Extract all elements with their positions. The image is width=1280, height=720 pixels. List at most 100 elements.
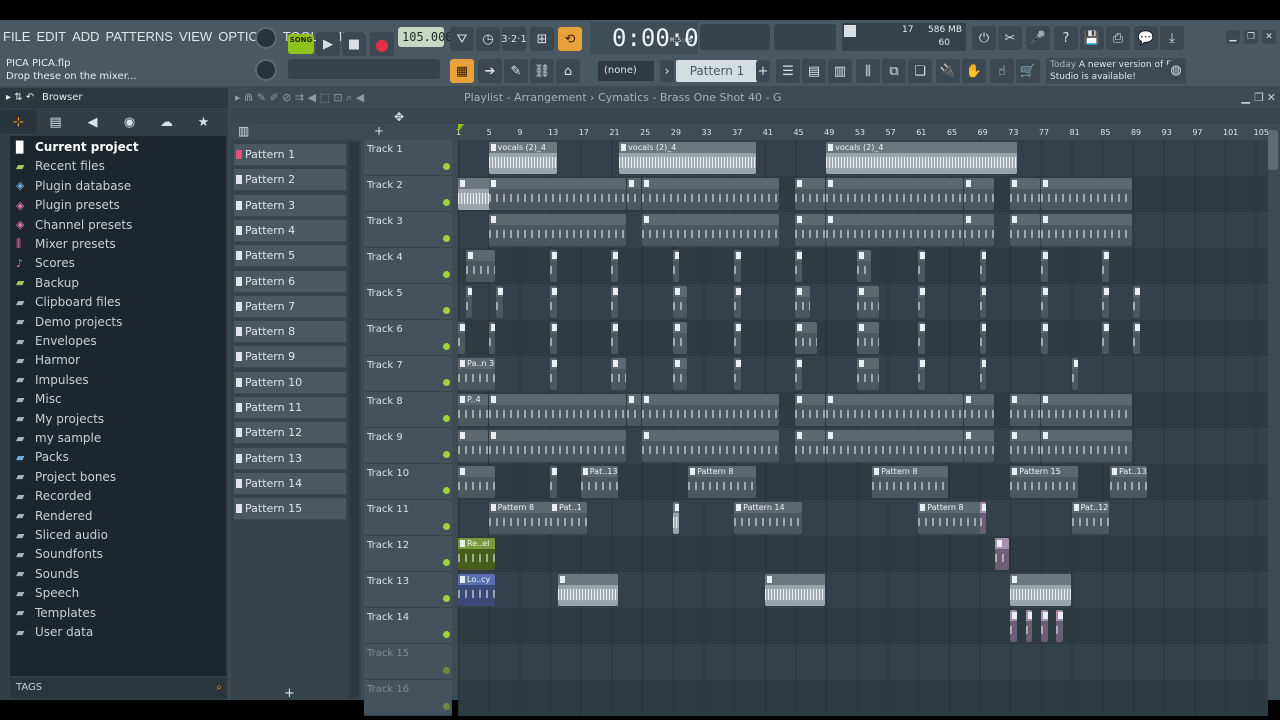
pattern-item[interactable]: Pattern 9 xyxy=(234,346,346,369)
download-button[interactable]: ⤓ xyxy=(1160,26,1184,50)
master-slider[interactable] xyxy=(288,59,440,79)
pattern-clip[interactable] xyxy=(488,430,626,462)
tab-all[interactable]: ⊹ xyxy=(0,110,37,134)
pattern-clip[interactable] xyxy=(795,430,826,462)
midi-button[interactable]: ✋ xyxy=(962,59,986,83)
countdown-button[interactable]: 3·2·1 xyxy=(501,27,527,51)
pattern-clip[interactable] xyxy=(550,358,557,390)
pattern-clip[interactable] xyxy=(550,250,557,282)
channel-rack-button[interactable]: ▥ xyxy=(828,59,852,83)
track-header[interactable]: Track 15 xyxy=(364,644,452,680)
touch-controller-button[interactable]: 🔌 xyxy=(936,59,960,83)
track-lane[interactable] xyxy=(458,644,1268,680)
tab-project[interactable]: ▤ xyxy=(37,110,74,134)
track-lane[interactable]: Pa..n 3 xyxy=(458,356,1268,392)
piano-roll-button[interactable]: ▤ xyxy=(802,59,826,83)
pattern-clip[interactable]: Pa..n 3 xyxy=(458,358,496,390)
tags-bar[interactable]: TAGS ⌕ xyxy=(10,678,226,698)
pattern-clip[interactable] xyxy=(1040,610,1048,642)
track-lane[interactable] xyxy=(458,284,1268,320)
track-lane[interactable] xyxy=(458,248,1268,284)
browser-item[interactable]: ▰ Clipboard files xyxy=(16,293,121,311)
pattern-clip[interactable] xyxy=(826,214,964,246)
pattern-item[interactable]: Pattern 6 xyxy=(234,270,346,293)
pattern-clip[interactable] xyxy=(964,394,994,426)
pattern-clip[interactable] xyxy=(1132,286,1140,318)
minimize-button[interactable]: ▁ xyxy=(1226,30,1240,44)
pattern-clip[interactable] xyxy=(795,394,826,426)
track-header[interactable]: Track 10 xyxy=(364,464,452,500)
update-notice[interactable]: Today A newer version of FL Studio is av… xyxy=(1046,58,1186,84)
browser-item[interactable]: ▰ Misc xyxy=(16,390,62,408)
track-lane[interactable]: P..4 xyxy=(458,392,1268,428)
tempo-tapper-button[interactable]: ☝ xyxy=(990,59,1014,83)
pattern-clip[interactable] xyxy=(734,322,741,354)
track-lane[interactable]: Pat..13 Pattern 8 Pattern 8 Pattern 15 Pat..… xyxy=(458,464,1268,500)
track-header[interactable]: Track 6 xyxy=(364,320,452,356)
pattern-clip[interactable]: Pattern 8 xyxy=(872,466,948,498)
song-mode-toggle[interactable]: SONG xyxy=(288,34,314,54)
pattern-clip[interactable] xyxy=(1040,322,1048,354)
browser-item[interactable]: ▰ Packs xyxy=(16,448,69,466)
maximize-button[interactable]: ❐ xyxy=(1244,30,1258,44)
browser-item[interactable]: ▉ Current project xyxy=(16,138,139,156)
master-volume-knob[interactable] xyxy=(255,27,277,49)
track-header[interactable]: Track 7 xyxy=(364,356,452,392)
track-lane[interactable]: Lo..cy xyxy=(458,572,1268,608)
track-mute-led[interactable] xyxy=(443,631,450,638)
browser-item[interactable]: ♪ Scores xyxy=(16,254,75,272)
pattern-clip[interactable] xyxy=(550,466,557,498)
track-lane[interactable]: Re..el xyxy=(458,536,1268,572)
shop-button[interactable]: 🛒 xyxy=(1016,59,1040,83)
tool-draw-button[interactable]: ▦ xyxy=(450,59,474,83)
pattern-clip[interactable]: Pat..13 xyxy=(580,466,619,498)
pattern-clip[interactable] xyxy=(994,538,1010,570)
menu-patterns[interactable]: PATTERNS xyxy=(103,26,176,48)
browser-item[interactable]: ◈ Plugin presets xyxy=(16,196,120,214)
audio-clip[interactable]: vocals (2)_4 xyxy=(826,142,1017,174)
audio-clip[interactable]: vocals (2)_4 xyxy=(488,142,557,174)
pattern-clip[interactable] xyxy=(1010,394,1040,426)
pattern-clip[interactable] xyxy=(488,214,626,246)
pattern-clip[interactable] xyxy=(979,250,987,282)
pattern-clip[interactable] xyxy=(1040,250,1048,282)
wait-input-button[interactable]: ◷ xyxy=(476,27,500,51)
pattern-prev-arrow[interactable]: › xyxy=(660,60,674,82)
pattern-clip[interactable] xyxy=(734,286,741,318)
pattern-clip[interactable] xyxy=(642,214,780,246)
browser-item[interactable]: ▰ my sample xyxy=(16,429,101,447)
pattern-clip[interactable] xyxy=(979,502,987,534)
pattern-clip[interactable] xyxy=(458,430,488,462)
record-button[interactable]: ● xyxy=(370,32,394,56)
picker-piano-icon[interactable]: ▥ xyxy=(238,124,249,138)
menu-file[interactable]: FILE xyxy=(0,26,33,48)
browser-item[interactable]: ▰ Project bones xyxy=(16,468,116,486)
browser-item[interactable]: ◈ Plugin database xyxy=(16,177,131,195)
pattern-item[interactable]: Pattern 11 xyxy=(234,397,346,419)
track-lane[interactable] xyxy=(458,176,1268,212)
pattern-clip[interactable]: Pattern 8 xyxy=(488,502,557,534)
audio-clip[interactable] xyxy=(1010,574,1071,606)
track-mute-led[interactable] xyxy=(443,307,450,314)
pattern-clip[interactable] xyxy=(826,394,964,426)
browser-item[interactable]: ▰ Recorded xyxy=(16,487,91,505)
track-lane[interactable]: Pattern 8 Pat..1 Pattern 14 Pattern 8 Pat..1… xyxy=(458,500,1268,536)
search-icon[interactable]: ⌕ xyxy=(216,678,222,698)
track-header[interactable]: Track 4 xyxy=(364,248,452,284)
track-mute-led[interactable] xyxy=(443,703,450,710)
menu-edit[interactable]: EDIT xyxy=(33,26,69,48)
pattern-clip[interactable] xyxy=(964,430,994,462)
tempo-display[interactable]: 105.000 xyxy=(398,27,453,47)
pattern-clip[interactable] xyxy=(918,286,925,318)
playhead-marker-icon[interactable] xyxy=(458,124,464,132)
add-pattern-button[interactable]: + xyxy=(756,60,770,82)
plugin-picker-button[interactable]: ⧉ xyxy=(882,59,906,83)
track-mute-led[interactable] xyxy=(443,199,450,206)
pattern-clip[interactable] xyxy=(611,286,619,318)
pattern-clip[interactable] xyxy=(1102,286,1109,318)
track-lane[interactable] xyxy=(458,212,1268,248)
pattern-clip[interactable] xyxy=(642,430,780,462)
track-header[interactable]: Track 2 xyxy=(364,176,452,212)
chat-button[interactable]: 💬 xyxy=(1134,26,1158,50)
track-lane[interactable] xyxy=(458,680,1268,716)
